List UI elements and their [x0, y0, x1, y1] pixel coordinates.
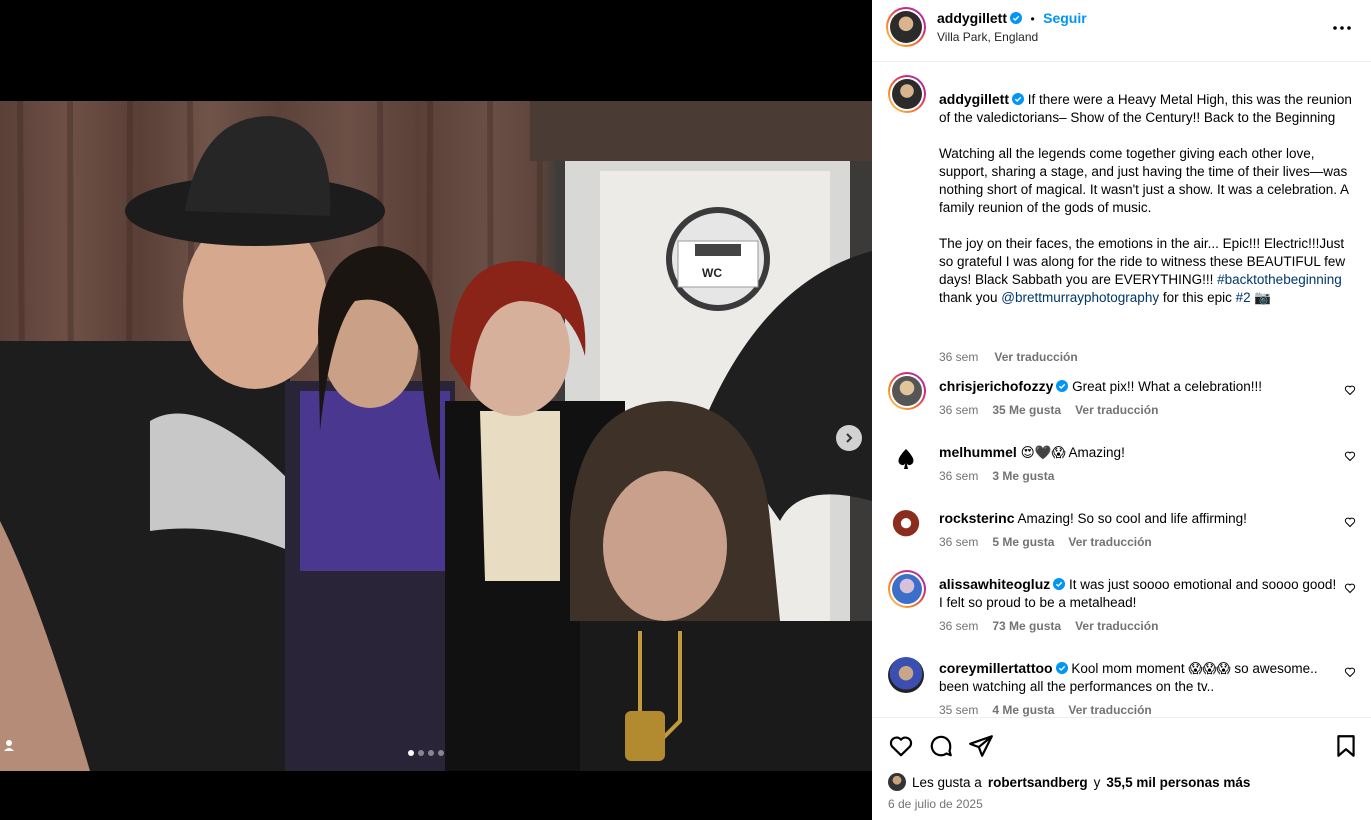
like-comment-heart-icon[interactable]: [1344, 666, 1356, 678]
next-slide-button[interactable]: [836, 425, 862, 451]
comment-likes[interactable]: 73 Me gusta: [992, 619, 1061, 633]
likes-suffix: y: [1093, 774, 1101, 790]
verified-badge-icon: [1055, 662, 1068, 674]
commenter-avatar[interactable]: [888, 372, 926, 410]
comment-translate-link[interactable]: Ver traducción: [1075, 619, 1158, 633]
comment-time[interactable]: 36 sem: [939, 469, 978, 483]
follow-button[interactable]: Seguir: [1043, 10, 1087, 26]
slide-dot: [418, 750, 424, 756]
verified-badge-icon: [1012, 93, 1025, 105]
chevron-right-icon: [846, 433, 853, 443]
slide-dot: [428, 750, 434, 756]
save-bookmark-icon[interactable]: [1333, 733, 1359, 759]
comment-time[interactable]: 36 sem: [939, 619, 978, 633]
comment-time[interactable]: 36 sem: [939, 403, 978, 417]
slide-dot: [438, 750, 444, 756]
caption-username[interactable]: addygillett: [939, 91, 1009, 107]
hashtag-link[interactable]: #2: [1236, 290, 1251, 305]
like-comment-heart-icon[interactable]: [1344, 450, 1356, 462]
post-detail-panel: addygillett • Seguir Villa Park, England…: [872, 0, 1371, 820]
comment-text: rocksterinc Amazing! So so cool and life…: [939, 509, 1339, 528]
commenter-username[interactable]: melhummel: [939, 444, 1017, 460]
caption-text: addygillett If there were a Heavy Metal …: [939, 90, 1359, 307]
post-header: addygillett • Seguir Villa Park, England: [872, 0, 1371, 62]
mention-link[interactable]: @brettmurrayphotography: [1001, 290, 1159, 305]
comment-time[interactable]: 35 sem: [939, 703, 978, 717]
verified-badge-icon: [1010, 12, 1023, 24]
post-actions: Les gusta a robertsandberg y 35,5 mil pe…: [872, 717, 1371, 820]
share-paper-plane-icon[interactable]: [968, 733, 994, 759]
comment-meta: 36 sem 35 Me gusta Ver traducción: [939, 403, 1172, 417]
comment-body: Amazing! So so cool and life affirming!: [1017, 511, 1247, 526]
comment-likes[interactable]: 5 Me gusta: [992, 535, 1054, 549]
comment-translate-link[interactable]: Ver traducción: [1068, 703, 1151, 717]
likes-prefix: Les gusta a: [912, 774, 982, 790]
post-media: WC: [0, 0, 872, 820]
post-location[interactable]: Villa Park, England: [937, 30, 1038, 44]
caption-translate-link[interactable]: Ver traducción: [994, 350, 1077, 364]
caption-paragraph-2: Watching all the legends come together g…: [939, 146, 1353, 215]
author-avatar[interactable]: [886, 7, 926, 47]
commenter-username[interactable]: coreymillertattoo: [939, 660, 1053, 676]
author-line: addygillett • Seguir: [937, 10, 1087, 28]
separator-dot: •: [1030, 12, 1035, 26]
comment-translate-link[interactable]: Ver traducción: [1068, 535, 1151, 549]
verified-badge-icon: [1056, 380, 1069, 392]
hashtag-link[interactable]: #backtothebeginning: [1217, 272, 1342, 287]
spade-icon: [888, 441, 924, 477]
comment-likes[interactable]: 35 Me gusta: [992, 403, 1061, 417]
commenter-avatar[interactable]: [888, 441, 924, 477]
caption-author-avatar[interactable]: [888, 75, 926, 113]
like-heart-icon[interactable]: [888, 733, 914, 759]
slide-dot-active: [408, 750, 414, 756]
commenter-avatar[interactable]: [888, 657, 924, 693]
commenter-username[interactable]: alissawhiteogluz: [939, 576, 1050, 592]
slide-indicator: [408, 750, 444, 756]
author-username[interactable]: addygillett: [937, 10, 1007, 26]
likes-count[interactable]: 35,5 mil personas más: [1106, 775, 1250, 790]
comment-body: Great pix!! What a celebration!!!: [1072, 379, 1262, 394]
comment-meta: 36 sem 5 Me gusta Ver traducción: [939, 535, 1166, 549]
likes-summary[interactable]: Les gusta a robertsandberg y 35,5 mil pe…: [888, 773, 1250, 791]
like-comment-heart-icon[interactable]: [1344, 516, 1356, 528]
comment-meta: 36 sem 3 Me gusta: [939, 469, 1068, 483]
caption-text-fragment: for this epic: [1159, 290, 1236, 305]
like-comment-heart-icon[interactable]: [1344, 582, 1356, 594]
comment-translate-link[interactable]: Ver traducción: [1075, 403, 1158, 417]
comment-text: coreymillertattoo Kool mom moment 😱😱😱 so…: [939, 659, 1339, 696]
comment-text: chrisjerichofozzy Great pix!! What a cel…: [939, 377, 1339, 396]
commenter-username[interactable]: rocksterinc: [939, 510, 1014, 526]
commenter-avatar[interactable]: [888, 507, 924, 543]
post-date[interactable]: 6 de julio de 2025: [888, 797, 983, 811]
comment-body: 😍🖤😱 Amazing!: [1020, 445, 1125, 460]
camera-emoji: 📷: [1250, 290, 1272, 305]
caption-meta: 36 sem Ver traducción: [939, 350, 1094, 364]
commenter-avatar[interactable]: [888, 570, 926, 608]
liker-username[interactable]: robertsandberg: [988, 775, 1088, 790]
caption-time[interactable]: 36 sem: [939, 350, 978, 364]
liker-avatar: [888, 773, 906, 791]
user-tag-icon[interactable]: [2, 738, 16, 752]
post-photo[interactable]: WC: [0, 101, 872, 771]
more-options-icon[interactable]: [1331, 17, 1353, 39]
comment-text: melhummel 😍🖤😱 Amazing!: [939, 443, 1339, 462]
door-sign-text: WC: [702, 266, 722, 280]
verified-badge-icon: [1053, 578, 1066, 590]
comment-likes[interactable]: 3 Me gusta: [992, 469, 1054, 483]
comment-meta: 36 sem 73 Me gusta Ver traducción: [939, 619, 1172, 633]
commenter-username[interactable]: chrisjerichofozzy: [939, 378, 1053, 394]
comment-bubble-icon[interactable]: [928, 733, 954, 759]
comment-text: alissawhiteogluz It was just soooo emoti…: [939, 575, 1339, 612]
comments-list[interactable]: addygillett If there were a Heavy Metal …: [872, 63, 1371, 717]
comment-likes[interactable]: 4 Me gusta: [992, 703, 1054, 717]
photo-illustration: WC: [0, 101, 872, 771]
comment-meta: 35 sem 4 Me gusta Ver traducción: [939, 703, 1166, 717]
comment-time[interactable]: 36 sem: [939, 535, 978, 549]
like-comment-heart-icon[interactable]: [1344, 384, 1356, 396]
